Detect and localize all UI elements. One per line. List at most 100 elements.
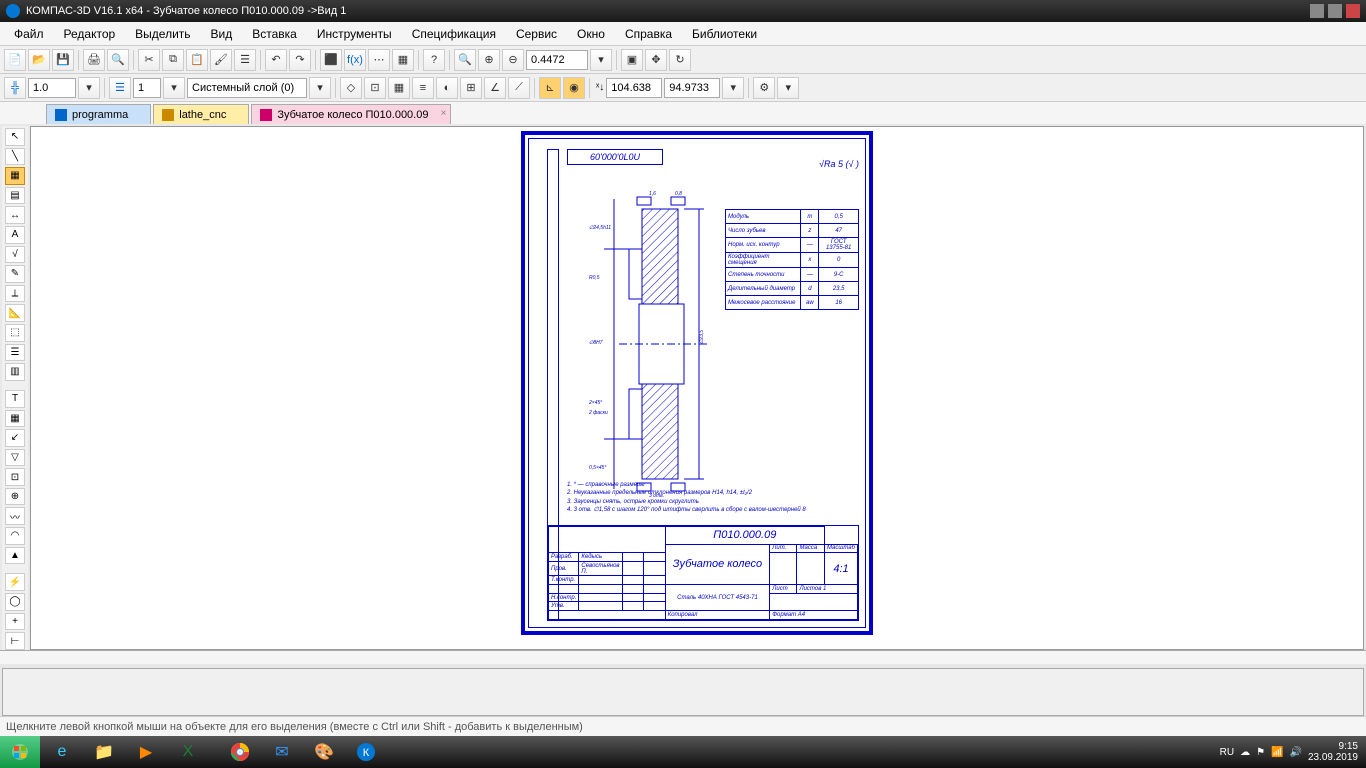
scale-input[interactable]	[28, 78, 76, 98]
round-icon[interactable]: ◉	[563, 77, 585, 99]
spec-button[interactable]: ▦	[392, 49, 414, 71]
tool-mark[interactable]: ▲	[5, 547, 25, 565]
taskbar-kompas[interactable]: К	[346, 738, 386, 766]
minimize-button[interactable]	[1310, 4, 1324, 18]
coord-y-input[interactable]	[664, 78, 720, 98]
menu-view[interactable]: Вид	[201, 27, 243, 41]
undo-button[interactable]: ↶	[265, 49, 287, 71]
menu-service[interactable]: Сервис	[506, 27, 567, 41]
tool-rough[interactable]: √	[5, 246, 25, 264]
tool-line[interactable]: ╲	[5, 148, 25, 166]
tab-programma[interactable]: programma	[46, 104, 151, 124]
zoom-out-button[interactable]: ⊖	[502, 49, 524, 71]
coord-x-input[interactable]	[606, 78, 662, 98]
taskbar-ie[interactable]: e	[42, 738, 82, 766]
close-button[interactable]	[1346, 4, 1360, 18]
var-button[interactable]: ⬛	[320, 49, 342, 71]
menu-tools[interactable]: Инструменты	[307, 27, 402, 41]
tab-lathe-cnc[interactable]: lathe_cnc	[153, 104, 249, 124]
tool-leader[interactable]: ↙	[5, 429, 25, 447]
tool-text2[interactable]: T	[5, 390, 25, 408]
tool-base[interactable]: ▽	[5, 449, 25, 467]
tool-ruler[interactable]: ⊢	[5, 632, 25, 650]
layer-name-dropdown[interactable]: ▾	[309, 77, 331, 99]
layer-num-dropdown[interactable]: ▾	[163, 77, 185, 99]
fx-button[interactable]: f(x)	[344, 49, 366, 71]
cut-button[interactable]: ✂	[138, 49, 160, 71]
new-button[interactable]: 📄	[4, 49, 26, 71]
snap-2[interactable]: ⊡	[364, 77, 386, 99]
ortho-icon[interactable]: ⊾	[539, 77, 561, 99]
taskbar-explorer[interactable]: 📁	[84, 738, 124, 766]
tool-geometry[interactable]: ▦	[5, 167, 25, 185]
snap-4[interactable]: ≡	[412, 77, 434, 99]
layer-num-input[interactable]	[133, 78, 161, 98]
tray-network-icon[interactable]: 📶	[1271, 747, 1283, 758]
layer-name-input[interactable]	[187, 78, 307, 98]
tool-select[interactable]: ⬚	[5, 324, 25, 342]
preview-button[interactable]: 🔍	[107, 49, 129, 71]
save-button[interactable]: 💾	[52, 49, 74, 71]
tray-sound-icon[interactable]: 🔊	[1289, 747, 1301, 758]
maximize-button[interactable]	[1328, 4, 1342, 18]
zoom-dropdown[interactable]: ▾	[590, 49, 612, 71]
tray-clock[interactable]: 9:15 23.09.2019	[1308, 741, 1358, 763]
snap-3[interactable]: ▦	[388, 77, 410, 99]
tool-param[interactable]: ⟂	[5, 285, 25, 303]
zoom-window-button[interactable]: 🔍	[454, 49, 476, 71]
taskbar-wmp[interactable]: ▶	[126, 738, 166, 766]
refresh-button[interactable]: ↻	[669, 49, 691, 71]
print-button[interactable]: 🖨	[83, 49, 105, 71]
property-panel[interactable]	[2, 668, 1364, 716]
lib-mgr-dropdown[interactable]: ▾	[777, 77, 799, 99]
menu-libraries[interactable]: Библиотеки	[682, 27, 767, 41]
lib-mgr-icon[interactable]: ⚙	[753, 77, 775, 99]
tree-button[interactable]: ⋯	[368, 49, 390, 71]
menu-file[interactable]: Файл	[4, 27, 54, 41]
menu-spec[interactable]: Спецификация	[402, 27, 506, 41]
snap-1[interactable]: ◇	[340, 77, 362, 99]
horizontal-scrollbar[interactable]	[0, 650, 1366, 664]
tray-lang[interactable]: RU	[1220, 747, 1234, 758]
brush-icon[interactable]: 🖌	[210, 49, 232, 71]
paste-button[interactable]: 📋	[186, 49, 208, 71]
props-button[interactable]: ☰	[234, 49, 256, 71]
tool-tolerance[interactable]: ⊡	[5, 468, 25, 486]
snap-5[interactable]: ◐	[436, 77, 458, 99]
taskbar-paint[interactable]: 🎨	[304, 738, 344, 766]
redo-button[interactable]: ↷	[289, 49, 311, 71]
tool-hatch[interactable]: ▤	[5, 187, 25, 205]
tray-flag-icon[interactable]: ⚑	[1256, 747, 1265, 758]
zoom-in-button[interactable]: ⊕	[478, 49, 500, 71]
menu-select[interactable]: Выделить	[125, 27, 200, 41]
taskbar-excel[interactable]: X	[168, 738, 208, 766]
tool-spec[interactable]: ☰	[5, 344, 25, 362]
help-button[interactable]: ?	[423, 49, 445, 71]
pan-button[interactable]: ✥	[645, 49, 667, 71]
layer-icon[interactable]: ☰	[109, 77, 131, 99]
tool-center[interactable]: ⊕	[5, 488, 25, 506]
tool-table[interactable]: ▦	[5, 410, 25, 428]
tool-wave[interactable]: ◠	[5, 527, 25, 545]
close-tab-icon[interactable]: ×	[441, 108, 447, 119]
tray-cloud-icon[interactable]: ☁	[1240, 747, 1250, 758]
snap-7[interactable]: ∠	[484, 77, 506, 99]
taskbar-thunderbird[interactable]: ✉	[262, 738, 302, 766]
copy-button[interactable]: ⧉	[162, 49, 184, 71]
snap-6[interactable]: ⊞	[460, 77, 482, 99]
start-button[interactable]	[0, 736, 40, 768]
tool-measure[interactable]: 📐	[5, 304, 25, 322]
tool-text[interactable]: A	[5, 226, 25, 244]
taskbar-chrome[interactable]	[220, 738, 260, 766]
open-button[interactable]: 📂	[28, 49, 50, 71]
tool-circle[interactable]: ◯	[5, 593, 25, 611]
scale-dropdown[interactable]: ▾	[78, 77, 100, 99]
snap-8[interactable]: ⟋	[508, 77, 530, 99]
fit-button[interactable]: ▣	[621, 49, 643, 71]
menu-help[interactable]: Справка	[615, 27, 682, 41]
tool-lightning[interactable]: ⚡	[5, 573, 25, 591]
menu-insert[interactable]: Вставка	[242, 27, 307, 41]
menu-window[interactable]: Окно	[567, 27, 615, 41]
tool-pointer[interactable]: ↖	[5, 128, 25, 146]
zoom-input[interactable]	[526, 50, 588, 70]
